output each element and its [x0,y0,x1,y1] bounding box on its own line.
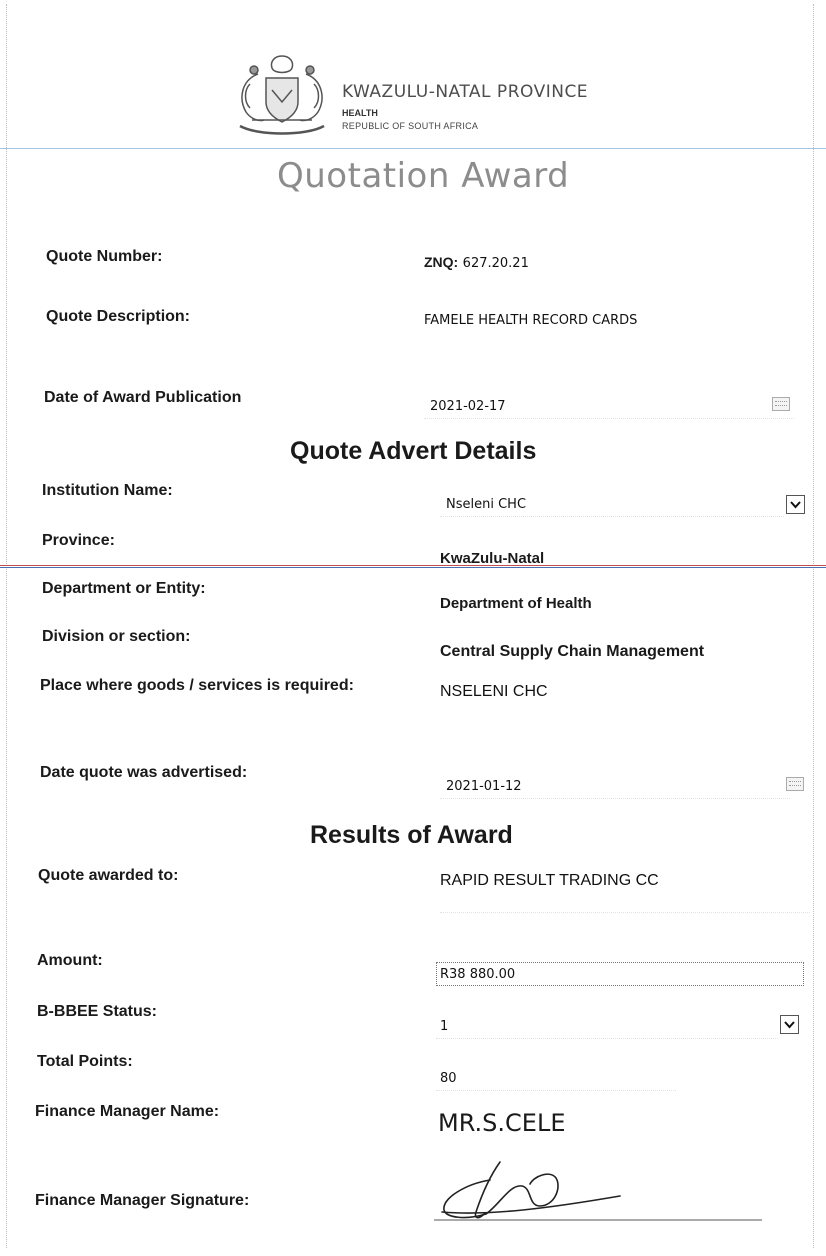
finance-manager-label: Finance Manager Name: [35,1103,220,1120]
bbbee-dropdown[interactable] [780,1015,799,1034]
bbbee-label: B-BBEE Status: [37,1003,158,1020]
award-date-value: 2021-02-17 [430,399,506,414]
award-date-label: Date of Award Publication [44,389,242,406]
finance-manager-value: MR.S.CELE [438,1109,566,1137]
quote-number-prefix: ZNQ: [424,254,459,270]
department-value: Department of Health [440,595,592,612]
amount-value: R38 880.00 [440,967,516,982]
quote-description-value: FAMELE HEALTH RECORD CARDS [424,313,638,328]
department-label: Department or Entity: [42,580,206,597]
amount-field[interactable]: R38 880.00 [436,962,804,986]
institution-field-line [440,516,784,517]
quote-number-value: 627.20.21 [462,256,529,271]
total-points-field-line [436,1090,676,1091]
institution-label: Institution Name: [42,482,173,499]
division-value: Central Supply Chain Management [440,643,705,660]
total-points-value: 80 [440,1071,457,1086]
total-points-label: Total Points: [37,1053,133,1070]
awarded-to-field-line [440,912,810,913]
republic-name: REPUBLIC OF SOUTH AFRICA [342,121,479,131]
scan-rule-blue [0,567,826,568]
advertised-date-label: Date quote was advertised: [40,764,248,781]
header-rule [0,148,826,149]
page-title: Quotation Award [277,156,570,196]
chevron-down-icon [790,501,801,509]
quote-number-field: ZNQ: 627.20.21 [424,254,529,272]
institution-value: Nseleni CHC [446,497,527,512]
award-date-field-line [424,418,794,419]
advert-details-heading: Quote Advert Details [290,437,537,465]
place-label: Place where goods / services is required… [40,677,354,694]
signature-label: Finance Manager Signature: [35,1192,250,1209]
amount-label: Amount: [37,952,103,969]
scan-rule-red [0,565,826,566]
province-label: Province: [42,532,115,549]
department-name: HEALTH [342,108,378,118]
signature-image [434,1161,762,1221]
advertised-date-value: 2021-01-12 [446,779,522,794]
quote-number-label: Quote Number: [46,248,163,265]
division-label: Division or section: [42,628,191,645]
institution-dropdown[interactable] [786,495,805,514]
coat-of-arms-icon [239,55,325,135]
bbbee-field-line [436,1038,778,1039]
bbbee-value: 1 [440,1019,449,1034]
chevron-down-icon [784,1021,795,1029]
place-value: NSELENI CHC [440,683,548,700]
advertised-date-field-line [440,798,790,799]
results-heading: Results of Award [310,821,513,849]
awarded-to-label: Quote awarded to: [38,867,179,884]
province-name: KWAZULU-NATAL PROVINCE [342,82,589,102]
calendar-icon[interactable] [772,397,790,411]
calendar-icon[interactable] [786,777,804,791]
quote-description-label: Quote Description: [46,308,191,325]
awarded-to-value: RAPID RESULT TRADING CC [440,872,659,889]
